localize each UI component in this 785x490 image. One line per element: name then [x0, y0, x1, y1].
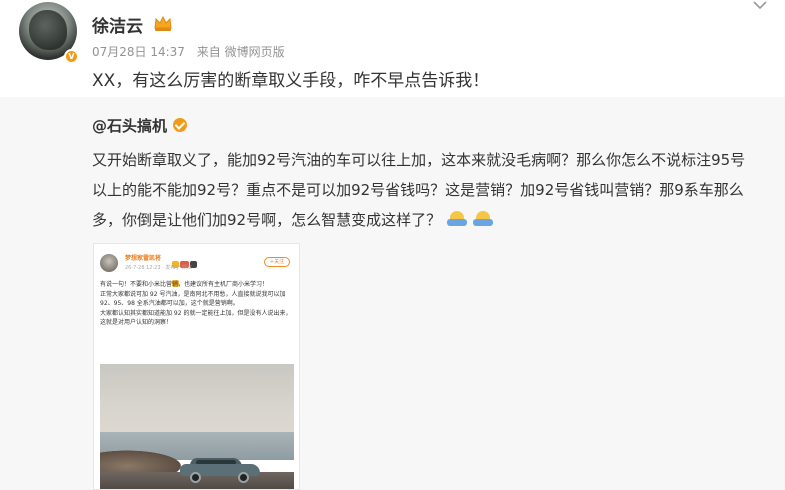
- repost-author[interactable]: @石头搞机: [92, 115, 167, 136]
- post-date[interactable]: 07月28日 14:37: [92, 45, 185, 59]
- embed-line: 有说一句！不要和小米比营销，也建议所有主机厂商小米学习！: [100, 281, 269, 288]
- embed-follow-button: +关注: [264, 257, 290, 267]
- emoji-icon: [473, 211, 494, 227]
- chevron-down-icon[interactable]: [752, 0, 768, 12]
- post-source: 来自 微博网页版: [196, 45, 285, 59]
- embed-text: 有说一句！不要和小米比营销，也建议所有主机厂商小米学习！ 正常大家都说可加 92…: [100, 280, 292, 328]
- weibo-post: V 徐洁云 07月28日 14:37 来自 微博网页版 XX，有这么厉害的断章取…: [0, 0, 785, 490]
- car-photo: [100, 364, 294, 489]
- car-icon: [180, 458, 260, 483]
- post-meta: 07月28日 14:37 来自 微博网页版: [92, 43, 285, 60]
- username[interactable]: 徐洁云: [92, 12, 143, 37]
- post-text: XX，有这么厉害的断章取义手段，咋不早点告诉我！: [92, 71, 490, 91]
- embed-badges-icon: [172, 253, 204, 287]
- embed-line: 大家都认知其实都知道能加 92 的就一定能往上加，但是没有人说出来，这就是对用户…: [100, 309, 292, 327]
- embed-avatar: [100, 254, 118, 272]
- repost-body: 又开始断章取义了，能加92号汽油的车可以往上加，这本来就没毛病啊？那么你怎么不说…: [92, 151, 746, 229]
- verified-badge-icon: V: [64, 49, 79, 64]
- embed-name: 梦想家雷凯将: [125, 255, 162, 262]
- repost-text: 又开始断章取义了，能加92号汽油的车可以往上加，这本来就没毛病啊？那么你怎么不说…: [92, 145, 752, 235]
- emoji-icon: [447, 211, 468, 227]
- crown-icon[interactable]: [153, 14, 173, 32]
- embedded-screenshot[interactable]: 梦想家雷凯将 26-7-28 12:23 · 发布于 浙江 +关注 有说一句！不…: [93, 243, 300, 490]
- verified-icon: [173, 118, 187, 132]
- repost-card[interactable]: @石头搞机 又开始断章取义了，能加92号汽油的车可以往上加，这本来就没毛病啊？那…: [0, 97, 785, 490]
- embed-line: 正常大家都说可加 92 号汽油，是南阿北不用愁，人直接就说我可以加 92、95、…: [100, 290, 286, 308]
- embed-time: 26-7-28 12:23 · 发布于 浙江: [125, 265, 192, 271]
